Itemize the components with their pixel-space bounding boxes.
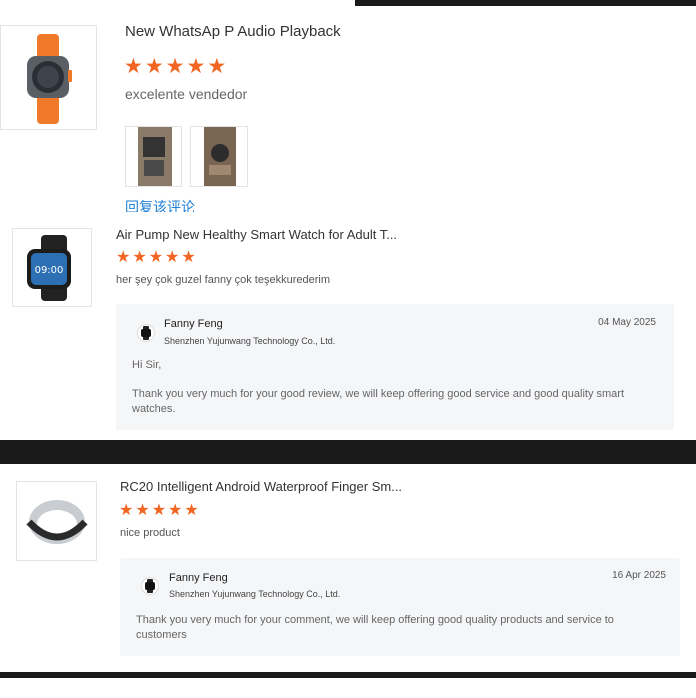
star-icon: ★ (186, 55, 206, 78)
reply-text: Thank you very much for your good review… (132, 388, 624, 415)
review-card-3: RC20 Intelligent Android Waterproof Fing… (0, 464, 696, 672)
card-background (355, 6, 696, 217)
star-icon: ★ (116, 249, 131, 266)
star-icon: ★ (119, 502, 134, 519)
seller-reply: Fanny Feng Shenzhen Yujunwang Technology… (120, 558, 680, 656)
star-icon: ★ (135, 502, 150, 519)
star-icon: ★ (181, 249, 196, 266)
review-comment: nice product (120, 527, 180, 539)
star-icon: ★ (207, 55, 227, 78)
rating-stars: ★ ★ ★ ★ ★ (116, 250, 196, 266)
star-icon: ★ (124, 55, 143, 78)
reply-greeting: Hi Sir, (132, 359, 162, 371)
review-comment: excelente vendedor (125, 86, 248, 102)
seller-name: Fanny Feng (169, 572, 228, 584)
review-card-2: 09:00 Air Pump New Healthy Smart Watch f… (0, 212, 696, 440)
reply-text: Thank you very much for your comment, we… (136, 614, 614, 641)
seller-company: Shenzhen Yujunwang Technology Co., Ltd. (169, 589, 341, 599)
product-thumbnail-smart-ring[interactable] (16, 481, 97, 561)
seller-avatar-icon (141, 577, 159, 595)
reply-date: 04 May 2025 (598, 317, 656, 328)
rating-stars: ★ ★ ★ ★ ★ (119, 503, 199, 519)
star-icon: ★ (132, 249, 147, 266)
star-icon: ★ (148, 249, 164, 266)
product-thumbnail-smartwatch-black[interactable]: 09:00 (12, 228, 92, 307)
black-watch-icon: 09:00 (27, 235, 71, 301)
review-photo-2[interactable] (190, 126, 248, 187)
review-card-1: New WhatsAp P Audio Playback ★ ★ ★ ★ ★ e… (0, 0, 355, 217)
card-background (0, 678, 696, 698)
orange-watch-icon (27, 34, 72, 124)
product-thumbnail-smartwatch-orange[interactable] (0, 25, 97, 130)
star-icon: ★ (165, 55, 185, 78)
reply-date: 16 Apr 2025 (612, 570, 666, 581)
seller-avatar-icon (137, 324, 155, 342)
star-icon: ★ (144, 55, 164, 78)
star-icon: ★ (168, 502, 183, 519)
svg-text:09:00: 09:00 (35, 265, 64, 276)
star-icon: ★ (184, 502, 199, 519)
product-title[interactable]: New WhatsAp P Audio Playback (125, 23, 341, 40)
seller-name: Fanny Feng (164, 318, 223, 330)
star-icon: ★ (165, 249, 180, 266)
review-photo-1[interactable] (125, 126, 182, 187)
seller-company: Shenzhen Yujunwang Technology Co., Ltd. (164, 336, 336, 346)
rating-stars: ★ ★ ★ ★ ★ (124, 56, 226, 77)
product-title[interactable]: RC20 Intelligent Android Waterproof Fing… (120, 479, 402, 494)
smart-ring-icon (26, 500, 88, 544)
star-icon: ★ (151, 502, 167, 519)
review-comment: her şey çok guzel fanny çok teşekkureder… (116, 274, 330, 286)
seller-reply: Fanny Feng Shenzhen Yujunwang Technology… (116, 304, 674, 430)
review-photo-icon (126, 127, 181, 186)
product-title[interactable]: Air Pump New Healthy Smart Watch for Adu… (116, 227, 397, 242)
review-photo-icon (191, 127, 247, 186)
